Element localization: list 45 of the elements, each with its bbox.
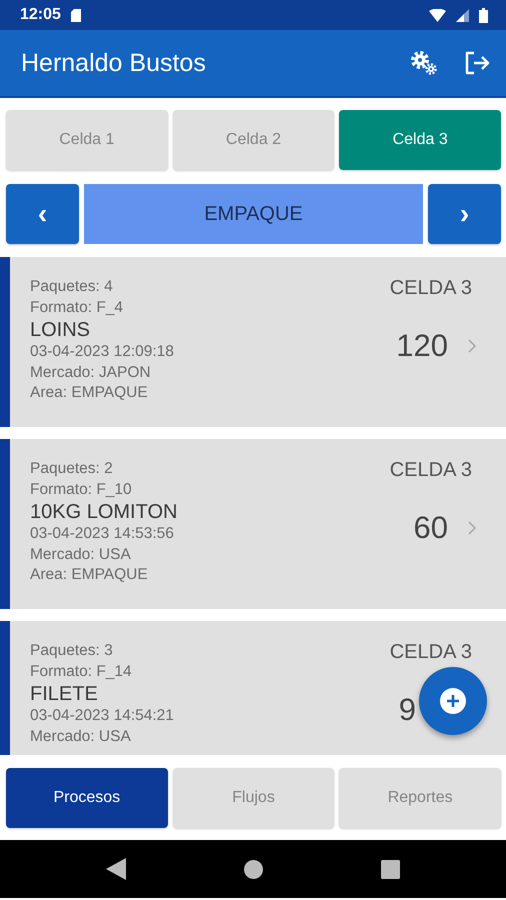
cell-tab[interactable]: Celda 3 (339, 110, 501, 170)
quantity-text: 120 (396, 328, 448, 364)
market-text: Mercado: USA (30, 726, 132, 746)
product-name: LOINS (30, 318, 92, 342)
status-time: 12:05 (20, 6, 61, 24)
date-time: 03-04-2023 12:09:18 (30, 342, 175, 362)
lot-card[interactable]: Paquetes: 3 Formato: F_14 FILETE 03-04-2023 14:54:21 Mercado: USA CELDA 3 9 (0, 621, 506, 755)
cell-label: CELDA 3 (390, 459, 473, 482)
date-time: 03-04-2023 14:53:56 (30, 524, 175, 544)
format-text: Formato: F_10 (30, 480, 133, 500)
packages-text: Paquetes: 4 (30, 277, 114, 297)
sd-card-icon (70, 8, 81, 22)
packages-text: Paquetes: 3 (30, 641, 114, 661)
lot-card[interactable]: Paquetes: 2 Formato: F_10 10KG LOMITON 03-04-2023 14:53:56 Mercado: USA Area: EMPAQUE CELDA 3 60 (0, 439, 506, 609)
wifi-icon (429, 8, 446, 22)
date-time: 03-04-2023 14:54:21 (30, 706, 175, 726)
format-text: Formato: F_14 (30, 662, 133, 682)
packages-text: Paquetes: 2 (30, 459, 114, 479)
signal-icon (456, 8, 469, 22)
battery-icon (479, 8, 488, 22)
quantity-text: 9 (398, 692, 416, 728)
next-button[interactable]: › (428, 184, 501, 244)
lot-card[interactable]: Paquetes: 4 Formato: F_4 LOINS 03-04-2023 12:09:18 Mercado: JAPON Area: EMPAQUE CELDA 3 120 (0, 257, 506, 427)
market-text: Mercado: USA (30, 544, 132, 564)
back-icon[interactable] (106, 858, 126, 880)
cell-label: CELDA 3 (390, 641, 473, 664)
previous-button[interactable]: ‹ (6, 184, 79, 244)
logout-button[interactable] (464, 51, 490, 75)
product-name: 10KG LOMITON (30, 500, 178, 524)
cell-label: CELDA 3 (390, 277, 473, 300)
product-name: FILETE (30, 682, 99, 706)
recents-icon[interactable] (381, 860, 400, 878)
home-icon[interactable] (244, 860, 263, 878)
add-icon (440, 688, 466, 714)
app-title: Hernaldo Bustos (21, 48, 207, 78)
area-text: Area: EMPAQUE (30, 565, 149, 585)
area-text: Area: EMPAQUE (30, 383, 149, 403)
format-text: Formato: F_4 (30, 298, 124, 318)
area-label: EMPAQUE (84, 184, 423, 244)
settings-button[interactable] (410, 50, 438, 76)
bottom-tab[interactable]: Procesos (6, 768, 168, 828)
market-text: Mercado: JAPON (30, 362, 152, 382)
logout-icon (464, 51, 490, 75)
settings-icon (410, 50, 438, 76)
quantity-text: 60 (414, 510, 448, 546)
